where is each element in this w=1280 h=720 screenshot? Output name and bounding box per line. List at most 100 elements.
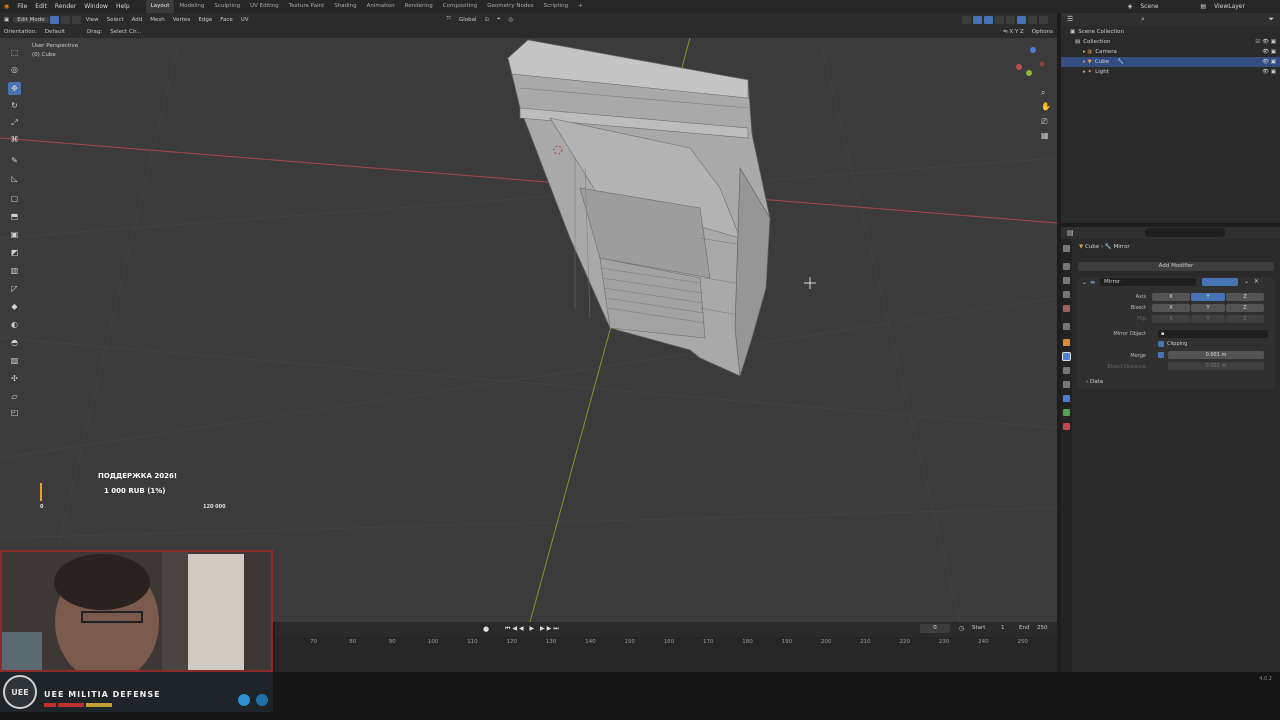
menu-mesh[interactable]: Mesh <box>146 17 168 23</box>
shrink-tool-icon[interactable]: ✣ <box>8 372 21 385</box>
shear-tool-icon[interactable]: ▱ <box>8 390 21 403</box>
scene-selector[interactable]: Scene <box>1136 0 1196 13</box>
particles-tab-icon[interactable] <box>1063 367 1070 374</box>
outliner-editor-icon[interactable]: ☰ <box>1067 15 1073 23</box>
mirror-object-field[interactable]: ▪ <box>1158 330 1268 338</box>
camera-view-icon[interactable]: ⎚ <box>1041 117 1047 127</box>
measure-tool-icon[interactable]: ◺ <box>8 172 21 185</box>
tab-shading[interactable]: Shading <box>329 0 361 13</box>
cube-mesh[interactable] <box>507 39 771 377</box>
edge-slide-tool-icon[interactable]: ▧ <box>8 354 21 367</box>
view-layer-selector[interactable]: ViewLayer <box>1210 0 1280 13</box>
annotate-tool-icon[interactable]: ✎ <box>8 154 21 167</box>
zoom-icon[interactable]: ⌕ <box>1041 88 1045 98</box>
material-shading-icon[interactable] <box>1028 15 1037 24</box>
tab-geometry-nodes[interactable]: Geometry Nodes <box>482 0 538 13</box>
axis-x-toggle[interactable]: X <box>1152 293 1190 301</box>
tab-scripting[interactable]: Scripting <box>539 0 573 13</box>
outliner-item-light[interactable]: ▸ ✦ Light 👁 ▣ <box>1061 67 1280 77</box>
scale-tool-icon[interactable]: ⤢ <box>8 116 21 129</box>
collection-visibility-icons[interactable]: ☑ 👁 ▣ <box>1255 39 1276 45</box>
outliner-filter-icon[interactable]: ⏷ <box>1268 15 1274 24</box>
overlay-icon[interactable] <box>984 15 993 24</box>
tab-modeling[interactable]: Modeling <box>174 0 209 13</box>
orientation-selector[interactable]: Default <box>41 29 69 35</box>
tab-animation[interactable]: Animation <box>362 0 400 13</box>
scene-tab-icon[interactable] <box>1063 305 1070 312</box>
playback-controls[interactable]: ⏮◀◀ ▶ ▶▶⏭ <box>505 625 561 633</box>
move-tool-icon[interactable]: ✥ <box>8 82 21 95</box>
proportional-edit-icon[interactable]: ◎ <box>504 17 517 23</box>
outliner-scene-collection[interactable]: ▣ Scene Collection <box>1061 27 1280 37</box>
modifier-tab-icon[interactable] <box>1062 352 1071 361</box>
rendered-shading-icon[interactable] <box>1039 15 1048 24</box>
constraints-tab-icon[interactable] <box>1063 395 1070 402</box>
knife-tool-icon[interactable]: ◸ <box>8 282 21 295</box>
wireframe-shading-icon[interactable] <box>1006 15 1015 24</box>
camera-visibility-icons[interactable]: 👁 ▣ <box>1262 49 1276 55</box>
smooth-tool-icon[interactable]: ◓ <box>8 336 21 349</box>
properties-search-input[interactable] <box>1145 228 1225 237</box>
menu-render[interactable]: Render <box>51 0 80 13</box>
tab-compositing[interactable]: Compositing <box>438 0 482 13</box>
timeline[interactable]: 70 80 90 100 110 120 130 140 150 160 170 180 190 200 2… <box>275 637 1057 672</box>
mode-selector[interactable]: Edit Mode <box>13 16 49 23</box>
render-tab-icon[interactable] <box>1063 263 1070 270</box>
face-select-icon[interactable] <box>71 15 81 24</box>
grid-view-icon[interactable]: ▦ <box>1041 131 1049 140</box>
end-value[interactable]: 250 <box>1037 625 1048 631</box>
start-value[interactable]: 1 <box>1001 625 1005 631</box>
merge-checkbox[interactable] <box>1158 352 1164 358</box>
merge-distance-field[interactable]: 0.001 m <box>1168 351 1264 359</box>
bevel-tool-icon[interactable]: ◩ <box>8 246 21 259</box>
poly-build-tool-icon[interactable]: ◆ <box>8 300 21 313</box>
add-workspace-button[interactable]: + <box>573 0 588 13</box>
outliner-search-icon[interactable]: ⌕ <box>1141 15 1145 24</box>
select-box-icon[interactable]: ⬚ <box>8 46 21 59</box>
flip-x-toggle[interactable]: X <box>1152 315 1190 323</box>
modifier-name-field[interactable]: Mirror <box>1100 278 1196 286</box>
options-menu[interactable]: Options <box>1028 29 1057 35</box>
material-tab-icon[interactable] <box>1063 423 1070 430</box>
menu-uv[interactable]: UV <box>237 17 253 23</box>
navigation-gizmo[interactable] <box>1015 47 1047 79</box>
snap-icon[interactable]: ⌖ <box>493 16 504 23</box>
world-tab-icon[interactable] <box>1063 323 1070 330</box>
tab-sculpting[interactable]: Sculpting <box>209 0 245 13</box>
spin-tool-icon[interactable]: ◐ <box>8 318 21 331</box>
output-tab-icon[interactable] <box>1063 277 1070 284</box>
gizmo-icon[interactable] <box>973 15 982 24</box>
drag-selector[interactable]: Select Cir... <box>106 29 145 35</box>
menu-vertex[interactable]: Vertex <box>169 17 195 23</box>
keyframe-dot-icon[interactable]: ● <box>483 625 489 633</box>
cube-visibility-icons[interactable]: 👁 ▣ <box>1262 59 1276 65</box>
current-frame-field[interactable]: 0 <box>920 624 950 633</box>
physics-tab-icon[interactable] <box>1063 381 1070 388</box>
outliner-item-cube[interactable]: ▸ ▼ Cube 🔧 👁 ▣ <box>1061 57 1280 67</box>
outliner-collection[interactable]: ▤ Collection ☑ 👁 ▣ <box>1061 37 1280 47</box>
rotate-tool-icon[interactable]: ↻ <box>8 99 21 112</box>
menu-edit[interactable]: Edit <box>31 0 51 13</box>
modifier-dropdown-icon[interactable]: ⌄ <box>1244 278 1249 285</box>
view-layer-tab-icon[interactable] <box>1063 291 1070 298</box>
axis-y-toggle[interactable]: Y <box>1191 293 1225 301</box>
properties-editor-icon[interactable]: ▤ <box>1067 229 1074 237</box>
inset-tool-icon[interactable]: ▣ <box>8 228 21 241</box>
pan-hand-icon[interactable]: ✋ <box>1041 102 1051 111</box>
bisect-z-toggle[interactable]: Z <box>1226 304 1264 312</box>
tab-uv-editing[interactable]: UV Editing <box>245 0 284 13</box>
modifier-remove-icon[interactable]: ✕ <box>1254 278 1259 285</box>
bisect-x-toggle[interactable]: X <box>1152 304 1190 312</box>
add-cube-tool-icon[interactable]: ▢ <box>8 192 21 205</box>
menu-select[interactable]: Select <box>103 17 128 23</box>
3d-viewport[interactable]: User Perspective (0) Cube ⌕ ✋ ⎚ ▦ ⬚ ◎ ✥ … <box>0 38 1057 622</box>
loop-cut-tool-icon[interactable]: ▥ <box>8 264 21 277</box>
tool-tab-icon[interactable] <box>1063 245 1070 252</box>
modifier-collapse-icon[interactable]: ⌄ <box>1082 279 1087 286</box>
mirror-axis-toggles[interactable]: ⇋ X Y Z <box>999 29 1028 35</box>
tab-rendering[interactable]: Rendering <box>400 0 438 13</box>
flip-y-toggle[interactable]: Y <box>1191 315 1225 323</box>
menu-edge[interactable]: Edge <box>194 17 216 23</box>
modifier-display-toggles[interactable] <box>1202 278 1238 286</box>
cursor-tool-icon[interactable]: ◎ <box>8 63 21 76</box>
